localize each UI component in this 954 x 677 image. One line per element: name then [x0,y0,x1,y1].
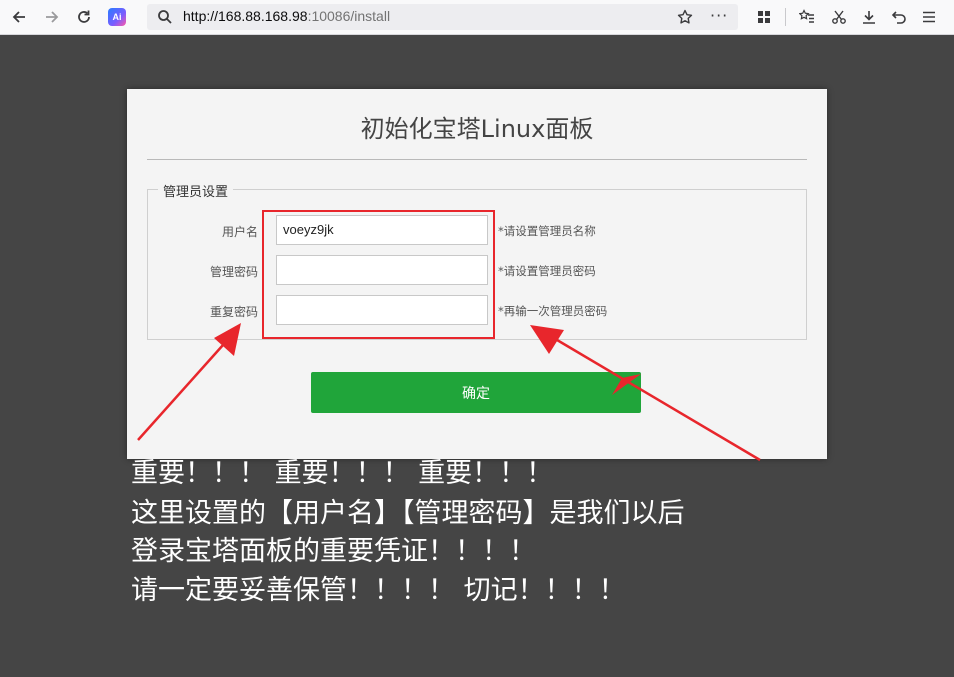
page-actions-icon[interactable]: ··· [710,6,728,25]
favorites-list-icon[interactable] [794,5,820,29]
ai-extension-icon[interactable]: Ai [108,8,126,26]
toolbar-divider [785,8,786,26]
forward-icon[interactable] [39,5,65,29]
back-icon[interactable] [6,5,32,29]
undo-icon[interactable] [886,5,912,29]
note-line-2: 这里设置的【用户名】【管理密码】是我们以后 [131,498,685,529]
search-icon [158,10,172,24]
bookmark-star-icon[interactable] [677,9,693,25]
url-host: http://168.88.168.98 [183,8,308,24]
scissors-icon[interactable] [826,5,852,29]
reload-icon[interactable] [71,5,97,29]
repeat-password-label: 重复密码 [209,305,258,319]
url-path: :10086/install [307,8,391,24]
annotation-highlight-box [262,210,495,339]
repeat-password-hint: *再输一次管理员密码 [498,304,608,318]
title-divider [147,159,807,160]
browser-toolbar: Ai http://168.88.168.98:10086/install ··… [0,0,954,35]
note-line-4: 请一定要妥善保管！！！！ 切记！！！！ [131,575,626,606]
confirm-button[interactable]: 确定 [311,372,641,413]
dialog-title: 初始化宝塔Linux面板 [360,115,594,143]
address-bar[interactable]: http://168.88.168.98:10086/install ··· [147,4,738,30]
download-icon[interactable] [856,5,882,29]
grid-icon[interactable] [751,5,777,29]
username-label: 用户名 [221,225,258,239]
url-text[interactable]: http://168.88.168.98:10086/install [183,8,390,24]
menu-icon[interactable] [916,5,942,29]
section-legend: 管理员设置 [158,181,234,200]
note-line-1: 重要！！！ 重要！！！ 重要！！！ [131,458,554,489]
password-hint: *请设置管理员密码 [498,264,596,278]
password-label: 管理密码 [209,265,258,279]
username-hint: *请设置管理员名称 [498,224,596,238]
note-line-3: 登录宝塔面板的重要凭证！！！！ [131,536,536,567]
